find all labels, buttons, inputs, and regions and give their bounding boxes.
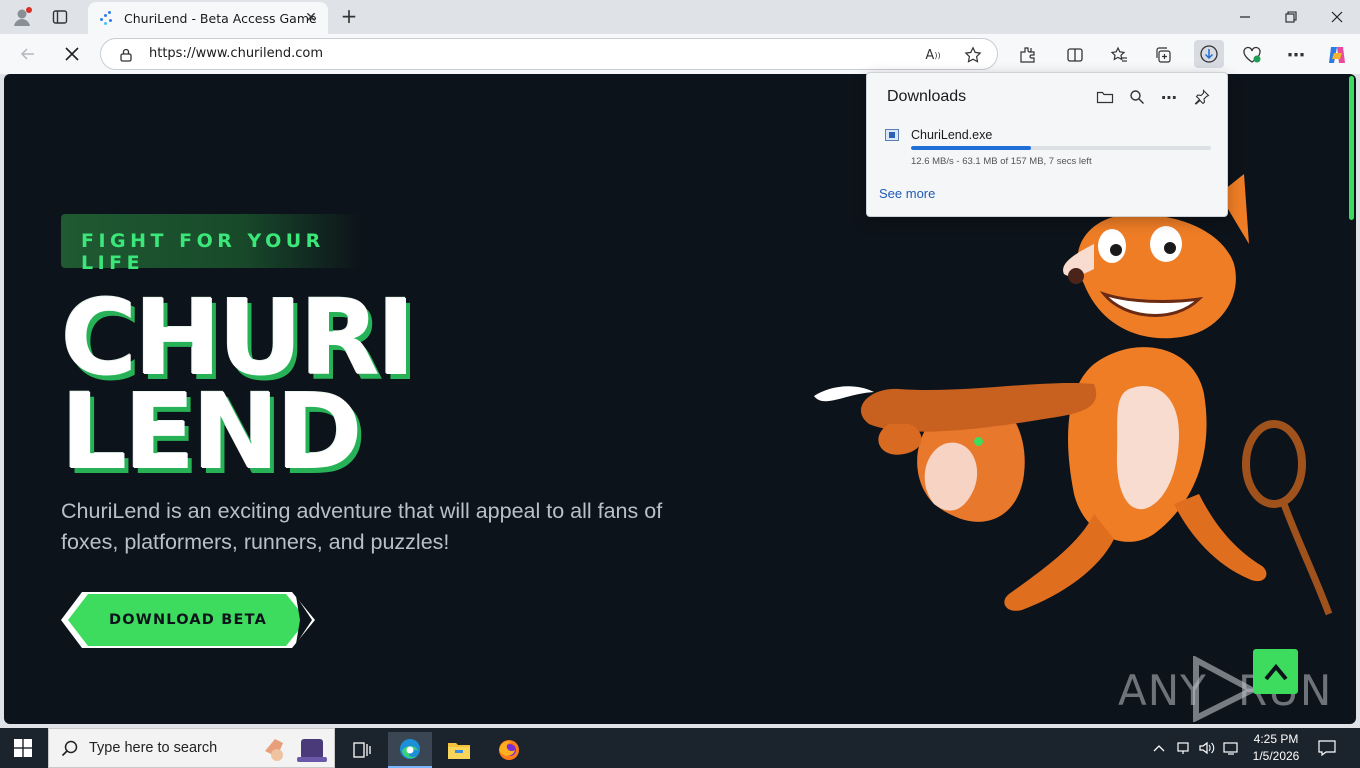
open-folder-icon[interactable]	[1095, 87, 1115, 107]
restore-button[interactable]	[1268, 4, 1314, 30]
fox-mascot-illustration	[814, 174, 1333, 616]
tab-title: ChuriLend - Beta Access Game	[124, 10, 317, 26]
taskbar-clock[interactable]: 4:25 PM 1/5/2026	[1248, 731, 1304, 765]
more-options-icon[interactable]: ⋯	[1283, 42, 1309, 68]
lock-icon[interactable]	[119, 47, 133, 66]
see-more-link[interactable]: See more	[879, 186, 935, 201]
download-progress-bar	[911, 146, 1211, 150]
downloads-panel: Downloads ⋯ ChuriLend.exe 12.6 MB/s - 63…	[866, 72, 1228, 217]
extensions-icon[interactable]	[1014, 42, 1040, 68]
search-icon	[61, 740, 78, 757]
split-screen-icon[interactable]	[1062, 42, 1088, 68]
search-highlight-illustration-icon	[265, 739, 327, 762]
download-file-name[interactable]: ChuriLend.exe	[911, 128, 992, 142]
taskbar-search-box[interactable]: Type here to search	[48, 728, 335, 768]
taskbar-file-explorer-icon[interactable]	[437, 732, 481, 768]
tab-close-icon[interactable]: ✕	[302, 9, 320, 27]
tab-strip: ChuriLend - Beta Access Game ✕ +	[0, 0, 1360, 34]
tagline-text: FIGHT FOR YOUR LIFE	[81, 230, 325, 274]
search-downloads-icon[interactable]	[1127, 87, 1147, 107]
browser-window: ChuriLend - Beta Access Game ✕ + https:/…	[0, 0, 1360, 728]
download-progress-fill	[911, 146, 1031, 150]
minimize-button[interactable]	[1222, 4, 1268, 30]
scroll-to-top-button[interactable]	[1253, 649, 1298, 694]
task-view-icon[interactable]	[340, 732, 384, 768]
exe-file-icon	[885, 129, 899, 141]
chevron-up-icon	[1263, 663, 1288, 680]
tab-churilend[interactable]: ChuriLend - Beta Access Game ✕	[88, 2, 328, 34]
hero-description: ChuriLend is an exciting adventure that …	[61, 499, 663, 554]
mouse-cursor-dot	[974, 437, 983, 446]
profile-avatar-icon[interactable]	[10, 6, 34, 28]
windows-taskbar: Type here to search 4:25 PM 1/5/2026	[0, 728, 1360, 768]
close-window-button[interactable]	[1314, 4, 1360, 30]
windows-start-icon[interactable]	[14, 739, 32, 757]
volume-icon[interactable]	[1198, 738, 1216, 758]
page-scrollbar-thumb[interactable]	[1349, 76, 1354, 220]
favorite-star-icon[interactable]	[963, 45, 983, 65]
new-tab-button[interactable]: +	[338, 5, 360, 27]
notifications-icon[interactable]	[1318, 738, 1336, 758]
taskbar-firefox-icon[interactable]	[487, 732, 531, 768]
browser-essentials-icon[interactable]	[1239, 42, 1265, 68]
pin-icon[interactable]	[1192, 87, 1212, 107]
tagline-badge: FIGHT FOR YOUR LIFE	[61, 214, 361, 274]
downloads-title: Downloads	[887, 88, 967, 105]
download-beta-label[interactable]: DOWNLOAD BETA	[60, 590, 316, 650]
browser-toolbar: https://www.churilend.com A)) ⋯	[0, 34, 1360, 74]
download-status: 12.6 MB/s - 63.1 MB of 157 MB, 7 secs le…	[911, 156, 1092, 167]
network-status-icon[interactable]	[1174, 738, 1192, 758]
download-beta-button[interactable]: DOWNLOAD BETA	[60, 590, 316, 650]
taskbar-edge-icon[interactable]	[388, 732, 432, 768]
downloads-icon[interactable]	[1194, 40, 1224, 68]
search-placeholder: Type here to search	[89, 740, 218, 756]
address-bar[interactable]: https://www.churilend.com A))	[100, 38, 998, 70]
clock-time: 4:25 PM	[1253, 732, 1299, 746]
tray-chevron-up-icon[interactable]	[1150, 738, 1168, 758]
read-aloud-icon[interactable]: A))	[923, 45, 943, 65]
site-favicon-icon	[98, 10, 114, 26]
stop-loading-button[interactable]	[60, 42, 84, 66]
tab-actions-icon[interactable]	[48, 6, 72, 28]
hero-title-line2: LEND	[61, 371, 363, 493]
collections-icon[interactable]	[1150, 42, 1176, 68]
favorites-icon[interactable]	[1106, 42, 1132, 68]
clock-date: 1/5/2026	[1252, 749, 1300, 763]
copilot-icon[interactable]	[1324, 42, 1350, 68]
downloads-more-icon[interactable]: ⋯	[1159, 87, 1179, 107]
url-text[interactable]: https://www.churilend.com	[149, 46, 323, 61]
display-icon[interactable]	[1222, 738, 1240, 758]
back-button[interactable]	[16, 42, 40, 66]
